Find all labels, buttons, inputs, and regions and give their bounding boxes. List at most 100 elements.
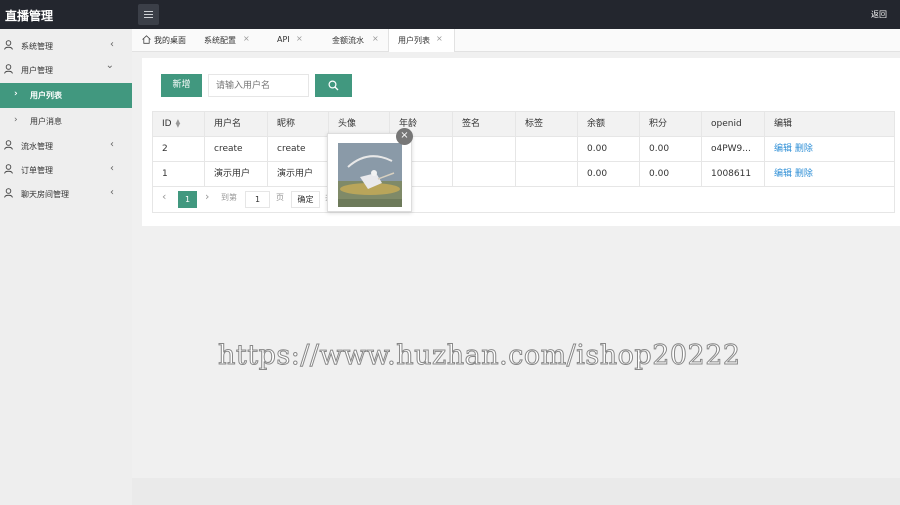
table-row: 1 演示用户 演示用户 0.00 0.00 1008611 编辑 删除 <box>153 162 894 187</box>
search-button[interactable] <box>315 74 352 97</box>
chevron-right-icon: › <box>14 115 18 125</box>
tab-user-list[interactable]: 用户列表 × <box>388 29 455 53</box>
prev-page-button[interactable]: ‹ <box>162 190 166 203</box>
user-icon <box>4 164 13 174</box>
sidebar-item-label: 聊天房间管理 <box>21 190 69 199</box>
header-cell: openid <box>702 112 765 137</box>
cell-actions: 编辑 删除 <box>765 162 896 187</box>
sidebar-item-system[interactable]: 系统管理 ‹ <box>0 34 132 58</box>
cell-username: create <box>205 137 268 162</box>
sidebar-item-label: 订单管理 <box>21 166 53 175</box>
chevron-left-icon: ‹ <box>110 187 114 198</box>
header-cell: 余额 <box>578 112 640 137</box>
confirm-page-button[interactable]: 确定 <box>291 191 320 208</box>
watermark: https://www.huzhan.com/ishop20222 <box>218 340 741 372</box>
cell-balance: 0.00 <box>578 162 640 187</box>
user-icon <box>4 64 13 74</box>
header-cell: 标签 <box>516 112 578 137</box>
menu-toggle-button[interactable] <box>138 4 159 25</box>
delete-link[interactable]: 删除 <box>795 169 813 179</box>
search-input[interactable] <box>208 74 309 97</box>
sidebar-item-chat-rooms[interactable]: 聊天房间管理 ‹ <box>0 182 132 206</box>
sidebar-item-label: 用户管理 <box>21 66 53 75</box>
header-cell[interactable]: ID ▲ ▼ <box>153 112 205 137</box>
user-icon <box>4 140 13 150</box>
cell-id: 2 <box>153 137 205 162</box>
page-number-input[interactable]: 1 <box>245 191 270 208</box>
cell-signature <box>453 137 516 162</box>
cell-nickname: 演示用户 <box>268 162 329 187</box>
header-cell: 用户名 <box>205 112 268 137</box>
add-button[interactable]: 新增 <box>161 74 202 97</box>
footer-area <box>132 478 900 505</box>
table-row: 2 create create 0.00 0.00 o4PW9... 编辑 删除 <box>153 137 894 162</box>
page-unit-label: 页 <box>276 193 284 202</box>
cell-actions: 编辑 删除 <box>765 137 896 162</box>
sidebar-item-user-messages[interactable]: › 用户消息 <box>0 109 132 134</box>
cell-username: 演示用户 <box>205 162 268 187</box>
sort-icon[interactable]: ▲ ▼ <box>176 118 181 128</box>
home-icon <box>142 35 151 44</box>
close-icon[interactable]: × <box>372 34 379 43</box>
search-icon <box>328 80 339 91</box>
tab-label: 我的桌面 <box>154 36 186 45</box>
back-link[interactable]: 返回 <box>871 9 887 20</box>
cell-openid: o4PW9... <box>702 137 765 162</box>
cell-tag <box>516 162 578 187</box>
cell-balance: 0.00 <box>578 137 640 162</box>
app-title: 直播管理 <box>5 9 54 23</box>
user-icon <box>4 188 13 198</box>
header-cell: 编辑 <box>774 119 793 129</box>
tab-label: 系统配置 <box>204 36 236 45</box>
delete-link[interactable]: 删除 <box>795 144 813 154</box>
table-header-row: ID ▲ ▼ 用户名 昵称 头像 年龄 签名 标签 余额 积分 openid 编辑 <box>153 112 894 137</box>
sidebar-item-label: 流水管理 <box>21 142 53 151</box>
popup-close-button[interactable]: × <box>396 128 413 145</box>
cell-points: 0.00 <box>640 162 702 187</box>
goto-label: 到第 <box>221 193 237 202</box>
sidebar-item-label: 用户列表 <box>30 91 62 100</box>
main-content: 新增 ID▲▼ 用户名 昵称 头像 年龄 签名 标签 余额 积分 openid … <box>132 52 900 478</box>
user-icon <box>4 40 13 50</box>
edit-link[interactable]: 编辑 <box>774 169 792 179</box>
chevron-left-icon: ‹ <box>110 163 114 174</box>
sidebar-item-label: 用户消息 <box>30 117 62 126</box>
cell-nickname: create <box>268 137 329 162</box>
header-cell: 签名 <box>453 112 516 137</box>
header-cell: 积分 <box>640 112 702 137</box>
close-icon[interactable]: × <box>296 34 303 43</box>
cell-openid: 1008611 <box>702 162 765 187</box>
user-table: ID ▲ ▼ 用户名 昵称 头像 年龄 签名 标签 余额 积分 openid 编辑 … <box>152 111 895 213</box>
pagination: ‹ 1 › 到第 1 页 确定 共 <box>153 187 894 212</box>
tab-label: 金额流水 <box>332 36 364 45</box>
menu-icon <box>144 11 153 12</box>
sidebar-item-user-management[interactable]: 用户管理 ⌄ <box>0 58 132 82</box>
close-icon[interactable]: × <box>436 34 443 43</box>
current-page[interactable]: 1 <box>178 191 197 208</box>
tab-api[interactable]: API × <box>277 29 307 52</box>
close-icon[interactable]: × <box>243 34 250 43</box>
sidebar-item-transactions[interactable]: 流水管理 ‹ <box>0 134 132 158</box>
sidebar-item-orders[interactable]: 订单管理 ‹ <box>0 158 132 182</box>
edit-link[interactable]: 编辑 <box>774 144 792 154</box>
cell-tag <box>516 137 578 162</box>
sidebar-item-label: 系统管理 <box>21 42 53 51</box>
sidebar-item-user-list[interactable]: › 用户列表 <box>0 83 132 108</box>
next-page-button[interactable]: › <box>205 190 209 203</box>
user-list-panel: 新增 ID▲▼ 用户名 昵称 头像 年龄 签名 标签 余额 积分 openid … <box>142 58 900 226</box>
sidebar: 系统管理 ‹ 用户管理 ⌄ › 用户列表 › 用户消息 流水管理 ‹ 订单管理 … <box>0 29 132 505</box>
avatar-preview-popup <box>327 133 412 212</box>
avatar-image <box>338 143 402 207</box>
tab-label: 用户列表 <box>398 36 430 45</box>
tab-bar: 我的桌面 系统配置 × API × 金额流水 × 用户列表 × <box>132 29 900 53</box>
top-navbar: 直播管理 返回 <box>0 0 900 29</box>
chevron-left-icon: ‹ <box>110 39 114 50</box>
cell-points: 0.00 <box>640 137 702 162</box>
cell-id: 1 <box>153 162 205 187</box>
header-cell: 昵称 <box>268 112 329 137</box>
tab-fund-flow[interactable]: 金额流水 × <box>332 29 384 52</box>
tab-system-config[interactable]: 系统配置 × <box>204 29 254 52</box>
tab-desktop[interactable]: 我的桌面 <box>142 29 194 52</box>
avatar-preview-image <box>338 143 402 207</box>
chevron-right-icon: › <box>14 89 18 99</box>
